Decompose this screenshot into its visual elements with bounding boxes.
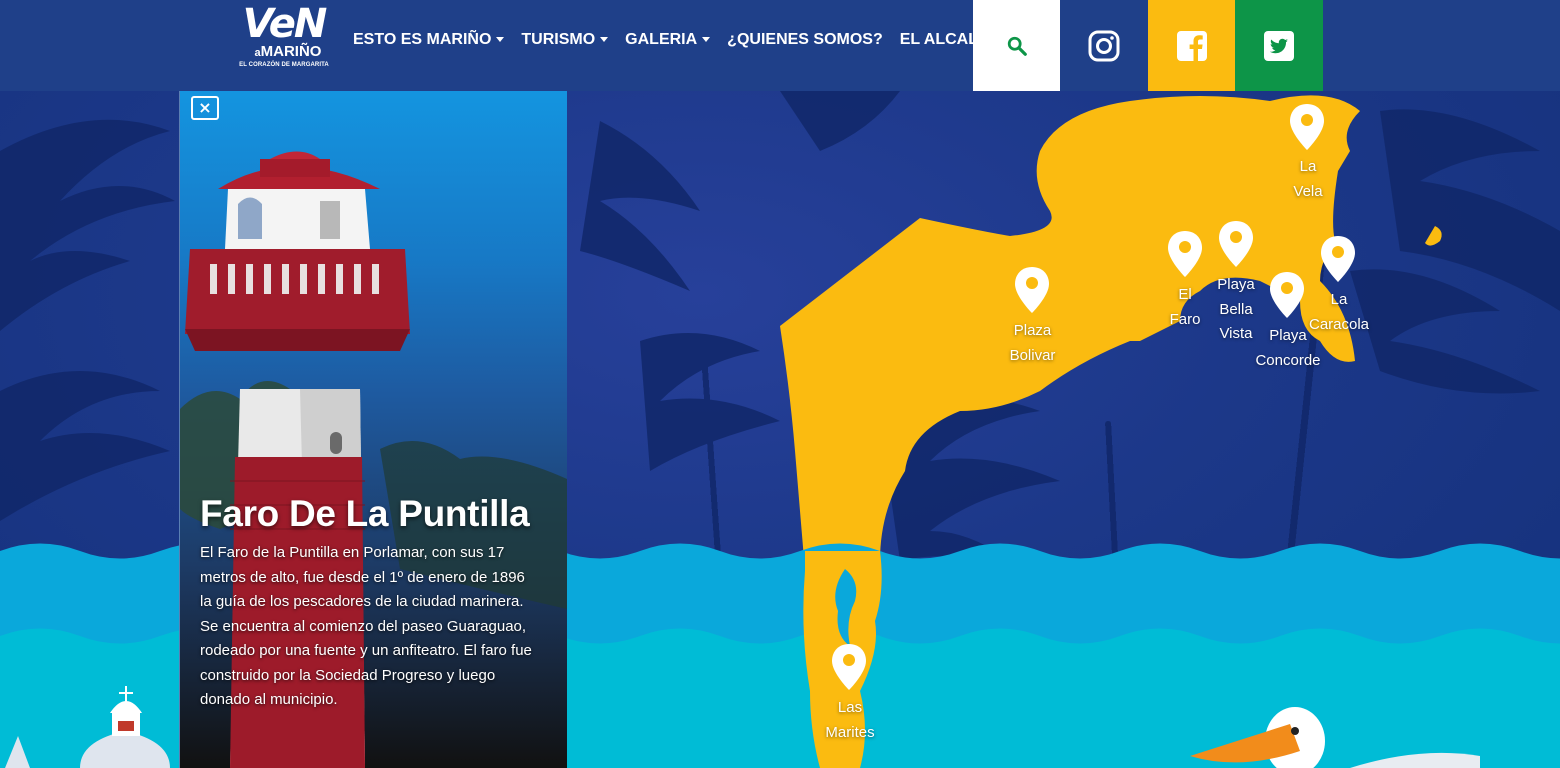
instagram-button[interactable] — [1060, 0, 1148, 91]
map-pin-icon — [1321, 236, 1355, 282]
pin-label-la-caracola: La Caracola — [1308, 291, 1370, 333]
map-pin-icon — [1290, 104, 1324, 150]
search-icon — [1007, 36, 1027, 56]
facebook-button[interactable] — [1148, 0, 1235, 91]
facebook-icon — [1176, 30, 1207, 61]
map-pin-icon — [832, 644, 866, 690]
map-pin-el-faro[interactable] — [1167, 230, 1203, 283]
pin-label-plaza-bolivar: Plaza Bolivar — [1009, 322, 1056, 364]
logo-tagline: EL CORAZÓN DE MARGARITA — [239, 62, 329, 68]
close-button[interactable]: × — [191, 96, 219, 120]
map-pin-icon — [1015, 267, 1049, 313]
map-pin-playa-bella-vista[interactable] — [1218, 220, 1254, 273]
map-pin-icon — [1168, 231, 1202, 277]
map-pin-las-marites[interactable] — [831, 643, 867, 696]
main-nav: ESTO ES MARIÑO TURISMO GALERIA ¿QUIENES … — [353, 31, 1017, 49]
map-pin-la-vela[interactable] — [1289, 103, 1325, 156]
nav-item-galeria[interactable]: GALERIA — [625, 31, 711, 49]
logo-ven: VeN — [242, 1, 328, 47]
twitter-button[interactable] — [1235, 0, 1323, 91]
twitter-icon — [1264, 30, 1294, 61]
pin-label-las-marites: Las Marites — [825, 699, 875, 741]
pin-label-la-vela: La Vela — [1293, 158, 1323, 200]
instagram-icon — [1088, 30, 1120, 61]
chevron-down-icon — [496, 37, 505, 43]
location-title: Faro De La Puntilla — [200, 493, 530, 534]
map-pin-la-caracola[interactable] — [1320, 235, 1356, 288]
nav-item-turismo[interactable]: TURISMO — [521, 31, 609, 49]
map-pin-icon — [1219, 221, 1253, 267]
location-info-card: × Faro De La Puntilla El Faro de la Punt… — [179, 89, 567, 768]
nav-item-quienes-somos[interactable]: ¿QUIENES SOMOS? — [727, 31, 883, 49]
chevron-down-icon — [600, 37, 609, 43]
logo-marino: aMARIÑO — [254, 43, 322, 60]
map-pin-plaza-bolivar[interactable] — [1014, 266, 1050, 319]
location-description: El Faro de la Puntilla en Porlamar, con … — [200, 544, 532, 708]
map-pin-icon — [1270, 272, 1304, 318]
site-logo[interactable]: VeN aMARIÑO EL CORAZÓN DE MARGARITA — [236, 4, 332, 78]
nav-item-esto-es-marino[interactable]: ESTO ES MARIÑO — [353, 31, 505, 49]
map-pin-playa-concorde[interactable] — [1269, 271, 1305, 324]
search-button[interactable] — [973, 0, 1060, 91]
navbar: VeN aMARIÑO EL CORAZÓN DE MARGARITA ESTO… — [0, 0, 1560, 91]
pin-label-el-faro: El Faro — [1169, 286, 1201, 328]
chevron-down-icon — [702, 37, 711, 43]
